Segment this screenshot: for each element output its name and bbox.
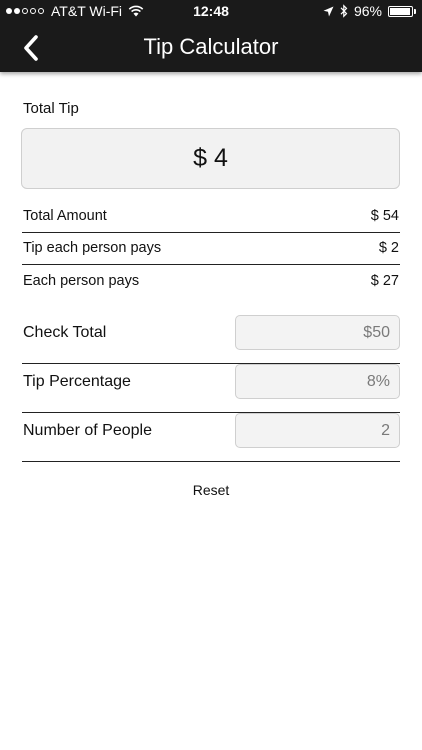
total-tip-label: Total Tip bbox=[23, 100, 79, 117]
number-of-people-label: Number of People bbox=[23, 422, 152, 439]
each-person-pays-value: $ 27 bbox=[370, 273, 399, 289]
check-total-row: Check Total bbox=[22, 315, 400, 364]
check-total-label: Check Total bbox=[23, 324, 107, 341]
page-title: Tip Calculator bbox=[143, 34, 279, 59]
tip-per-person-value: $ 2 bbox=[378, 240, 399, 256]
tip-percentage-row: Tip Percentage bbox=[22, 364, 400, 413]
battery-fill bbox=[390, 7, 411, 15]
tip-percentage-label: Tip Percentage bbox=[23, 373, 131, 390]
battery-icon bbox=[388, 5, 413, 17]
number-of-people-input[interactable] bbox=[235, 413, 400, 448]
summary-row-total-amount: Total Amount $ 54 bbox=[22, 200, 400, 233]
status-bar: AT&T Wi-Fi 12:48 96% bbox=[0, 0, 422, 24]
tip-per-person-label: Tip each person pays bbox=[23, 240, 162, 256]
top-bar: AT&T Wi-Fi 12:48 96% Tip Calculator bbox=[0, 0, 422, 72]
total-tip-display: $ 4 bbox=[21, 128, 400, 189]
summary-row-each-person-pays: Each person pays $ 27 bbox=[22, 265, 400, 297]
location-arrow-icon bbox=[323, 6, 334, 16]
check-total-input[interactable] bbox=[235, 315, 400, 350]
battery-percent: 96% bbox=[353, 3, 382, 19]
total-amount-label: Total Amount bbox=[23, 208, 107, 224]
total-amount-value: $ 54 bbox=[370, 208, 399, 224]
status-right: 96% bbox=[317, 3, 416, 19]
summary-row-tip-per-person: Tip each person pays $ 2 bbox=[22, 232, 400, 265]
bluetooth-icon bbox=[340, 4, 348, 18]
tip-percentage-input[interactable] bbox=[235, 364, 400, 399]
number-of-people-row: Number of People bbox=[22, 413, 400, 462]
reset-button[interactable]: Reset bbox=[22, 482, 400, 498]
each-person-pays-label: Each person pays bbox=[23, 273, 140, 289]
battery-tip bbox=[414, 8, 416, 14]
nav-bar: Tip Calculator bbox=[0, 26, 422, 70]
